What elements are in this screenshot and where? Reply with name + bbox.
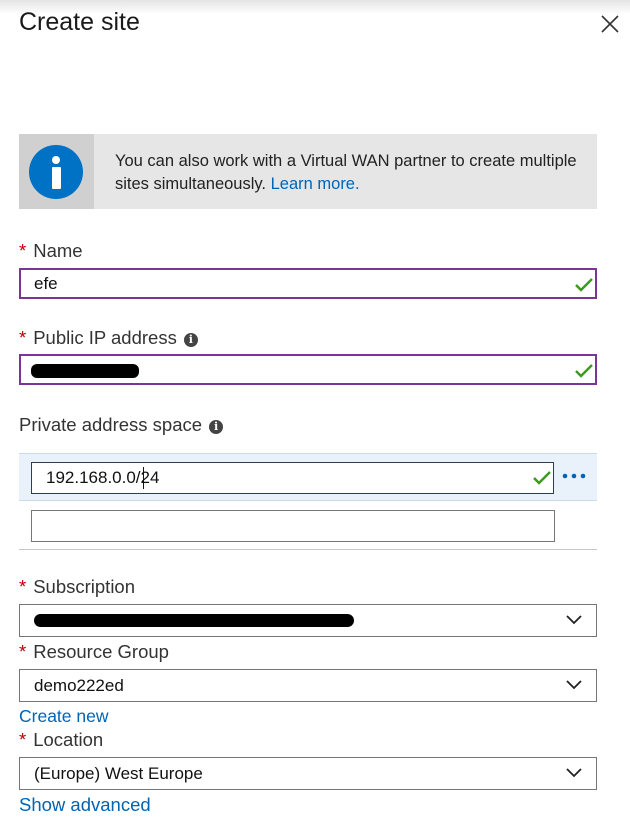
- resource-group-value: demo222ed: [34, 676, 124, 695]
- chevron-down-icon: [565, 766, 583, 780]
- create-new-link[interactable]: Create new: [19, 706, 109, 727]
- name-label: * Name: [19, 240, 83, 262]
- info-icon: [29, 145, 83, 199]
- learn-more-link[interactable]: Learn more.: [271, 175, 360, 193]
- info-banner: You can also work with a Virtual WAN par…: [19, 134, 597, 209]
- checkmark-icon: [574, 276, 594, 294]
- section-divider: [19, 549, 597, 550]
- address-space-row: 192.168.0.0/24: [19, 453, 597, 501]
- info-tooltip-icon[interactable]: i: [209, 420, 224, 434]
- name-label-text: Name: [33, 240, 83, 261]
- required-asterisk: *: [19, 729, 27, 750]
- public-ip-field[interactable]: [19, 354, 597, 385]
- required-asterisk: *: [19, 240, 27, 261]
- required-asterisk: *: [19, 576, 27, 597]
- page-title: Create site: [19, 8, 140, 36]
- required-asterisk: *: [19, 327, 27, 348]
- redacted-value: [31, 364, 139, 378]
- subscription-label: * Subscription: [19, 576, 135, 598]
- name-field[interactable]: efe: [19, 268, 597, 299]
- public-ip-label-text: Public IP address: [33, 327, 177, 348]
- location-label: * Location: [19, 729, 103, 751]
- public-ip-label: * Public IP address i: [19, 327, 198, 349]
- address-space-input[interactable]: 192.168.0.0/24: [31, 462, 554, 494]
- location-label-text: Location: [33, 729, 104, 750]
- new-address-space-input[interactable]: [31, 510, 555, 542]
- checkmark-icon: [574, 362, 594, 380]
- resource-group-dropdown[interactable]: demo222ed: [19, 669, 597, 702]
- location-dropdown[interactable]: (Europe) West Europe: [19, 757, 597, 790]
- info-banner-text: You can also work with a Virtual WAN par…: [115, 150, 585, 196]
- close-icon[interactable]: [598, 12, 622, 36]
- private-address-space-label: Private address space i: [19, 414, 224, 436]
- ellipsis-icon[interactable]: [560, 465, 590, 485]
- resource-group-label-text: Resource Group: [33, 641, 169, 662]
- redacted-value: [34, 614, 354, 627]
- location-value: (Europe) West Europe: [34, 764, 203, 783]
- required-asterisk: *: [19, 641, 27, 662]
- name-field-value: efe: [34, 274, 58, 293]
- private-address-space-label-text: Private address space: [19, 414, 203, 435]
- resource-group-label: * Resource Group: [19, 641, 169, 663]
- info-tooltip-icon[interactable]: i: [183, 333, 198, 347]
- subscription-dropdown[interactable]: [19, 604, 597, 637]
- chevron-down-icon: [565, 678, 583, 692]
- show-advanced-link[interactable]: Show advanced: [19, 794, 151, 816]
- text-cursor: [143, 467, 144, 489]
- checkmark-icon: [532, 469, 552, 487]
- subscription-label-text: Subscription: [33, 576, 136, 597]
- chevron-down-icon: [565, 613, 583, 627]
- info-icon-container: [19, 134, 94, 209]
